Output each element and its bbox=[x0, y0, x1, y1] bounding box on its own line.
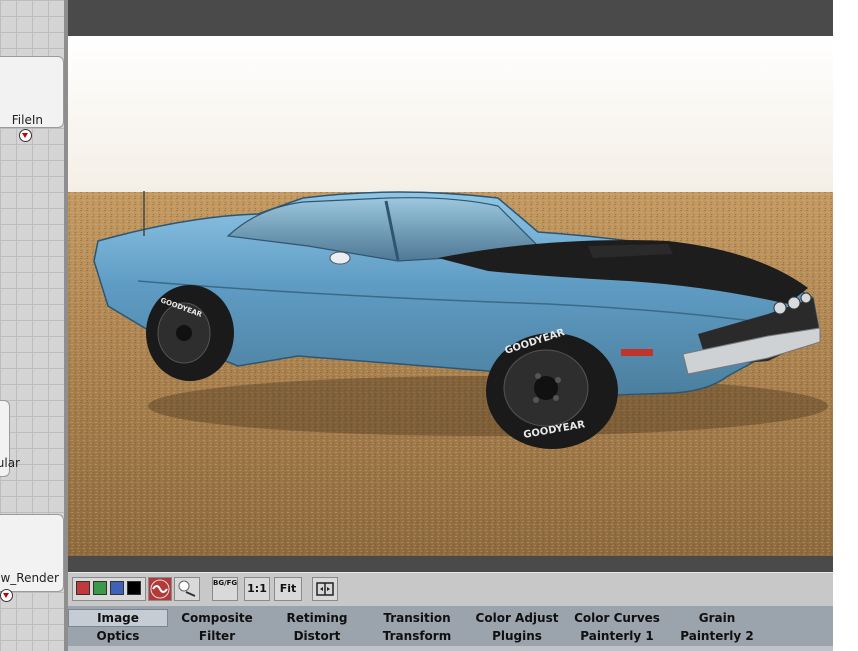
node-render-output-port[interactable] bbox=[0, 589, 13, 602]
node-specular-label: ular bbox=[0, 456, 20, 470]
node-render-label: w_Render bbox=[0, 571, 59, 585]
red-channel-button[interactable] bbox=[76, 581, 90, 595]
tab-distort[interactable]: Distort bbox=[267, 627, 367, 645]
tab-transform[interactable]: Transform bbox=[367, 627, 467, 645]
render-image: GOODYEAR GOODYEAR GOODYEAR bbox=[68, 36, 833, 556]
compare-icon bbox=[150, 579, 170, 599]
image-viewer[interactable]: GOODYEAR GOODYEAR GOODYEAR bbox=[68, 36, 833, 556]
alpha-channel-button[interactable] bbox=[127, 581, 141, 595]
viewer-bottom-bar bbox=[68, 556, 833, 572]
viewer-top-bar bbox=[68, 0, 833, 36]
tab-optics[interactable]: Optics bbox=[68, 627, 168, 645]
tab-grain[interactable]: Grain bbox=[667, 609, 767, 627]
bg-fg-label: BG/FG bbox=[213, 579, 238, 587]
bg-fg-button[interactable]: BG/FG bbox=[212, 577, 238, 601]
tab-transition[interactable]: Transition bbox=[367, 609, 467, 627]
node-render[interactable]: w_Render bbox=[0, 514, 64, 592]
compare-button[interactable] bbox=[148, 577, 172, 601]
node-specular[interactable]: ular bbox=[0, 400, 20, 477]
viewer-toolbar: BG/FG 1:1 Fit bbox=[68, 572, 833, 607]
tab-painterly-2[interactable]: Painterly 2 bbox=[667, 627, 767, 645]
green-channel-button[interactable] bbox=[93, 581, 107, 595]
tab-composite[interactable]: Composite bbox=[167, 609, 267, 627]
tool-category-tabs: Image Composite Retiming Transition Colo… bbox=[68, 606, 833, 651]
picker-button[interactable] bbox=[174, 577, 200, 601]
tab-row-2: Optics Filter Distort Transform Plugins … bbox=[68, 627, 833, 645]
tab-row-1: Image Composite Retiming Transition Colo… bbox=[68, 609, 833, 627]
blue-channel-button[interactable] bbox=[110, 581, 124, 595]
node-graph-panel[interactable]: FileIn ular w_Render bbox=[0, 0, 66, 651]
zoom-fit-label: Fit bbox=[279, 582, 297, 595]
split-view-icon bbox=[316, 582, 334, 596]
tab-content-strip bbox=[68, 646, 833, 651]
eyedropper-icon bbox=[178, 580, 196, 597]
split-view-button[interactable] bbox=[312, 577, 338, 601]
zoom-one-to-one-label: 1:1 bbox=[247, 582, 267, 595]
node-filein[interactable]: FileIn bbox=[0, 56, 64, 128]
tab-color-adjust[interactable]: Color Adjust bbox=[467, 609, 567, 627]
tab-retiming[interactable]: Retiming bbox=[267, 609, 367, 627]
node-filein-label: FileIn bbox=[11, 113, 43, 127]
zoom-one-to-one-button[interactable]: 1:1 bbox=[244, 577, 270, 601]
tab-filter[interactable]: Filter bbox=[167, 627, 267, 645]
tab-color-curves[interactable]: Color Curves bbox=[567, 609, 667, 627]
tab-image[interactable]: Image bbox=[68, 609, 168, 627]
zoom-fit-button[interactable]: Fit bbox=[274, 577, 302, 601]
tab-painterly-1[interactable]: Painterly 1 bbox=[567, 627, 667, 645]
node-filein-output-port[interactable] bbox=[19, 129, 32, 142]
rear-wheel bbox=[146, 285, 234, 381]
tab-plugins[interactable]: Plugins bbox=[467, 627, 567, 645]
